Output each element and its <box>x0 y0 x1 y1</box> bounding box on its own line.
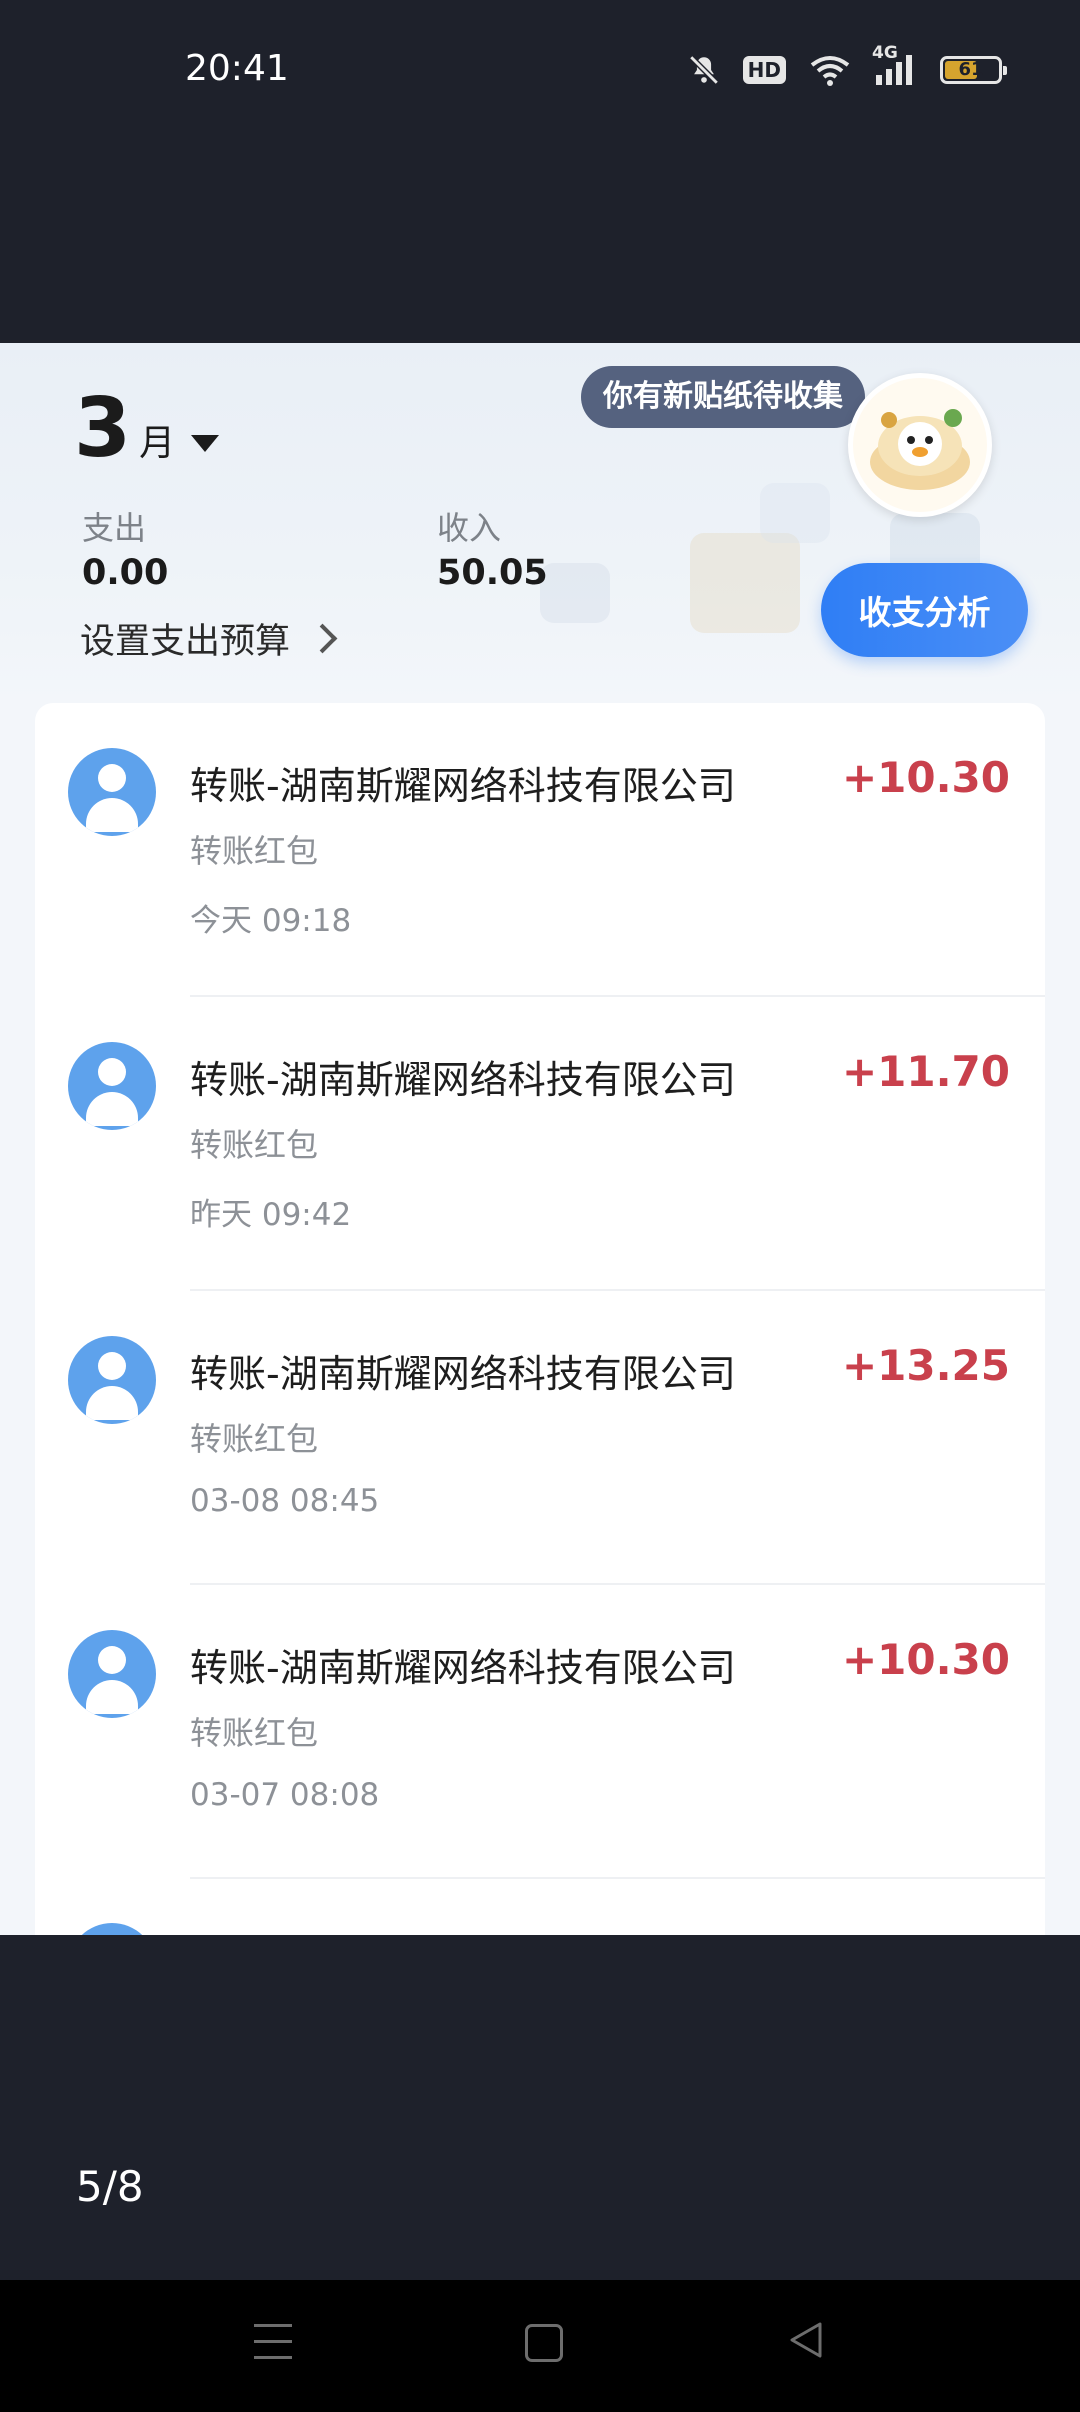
home-square-icon[interactable] <box>525 2324 563 2362</box>
battery-icon: 61 <box>940 56 1007 84</box>
income-value: 50.05 <box>437 553 548 593</box>
user-avatar-icon <box>68 1630 156 1718</box>
transaction-title: 转账-湖南斯耀网络科技有限公司 <box>190 764 736 808</box>
transaction-row[interactable]: 转账-湖南斯耀网络科技有限公司 转账红包 03-07 08:08 +10.30 <box>35 1585 1045 1879</box>
page-counter: 5/8 <box>76 2162 144 2211</box>
decor-tile <box>540 563 610 623</box>
transaction-row[interactable]: 转账-湖南斯耀网络科技有限公司 转账红包 今天 09:18 +10.30 <box>35 703 1045 997</box>
month-unit: 月 <box>139 423 176 464</box>
transaction-time: 03-08 08:45 <box>190 1483 380 1519</box>
caret-down-icon <box>191 435 220 452</box>
month-number: 3 <box>74 381 132 476</box>
row-divider <box>190 1877 1045 1879</box>
signal-bars-icon: 4G <box>872 43 918 87</box>
transaction-subtitle: 转账红包 <box>190 1714 319 1752</box>
menu-icon[interactable] <box>254 2324 292 2360</box>
user-avatar-icon <box>68 1336 156 1424</box>
transaction-amount: +10.30 <box>841 1635 1010 1684</box>
expense-value: 0.00 <box>82 553 169 593</box>
transaction-amount: +11.70 <box>841 1047 1010 1096</box>
battery-level: 61 <box>958 59 984 80</box>
income-label: 收入 <box>437 509 502 547</box>
wifi-icon <box>808 53 852 87</box>
transaction-amount: +13.25 <box>841 1341 1010 1390</box>
sticker-notice[interactable]: 你有新贴纸待收集 <box>581 366 865 428</box>
sticker-mascot-icon[interactable] <box>848 373 992 517</box>
app-screenshot: 3 月 你有新贴纸待收集 支出 0.00 收入 50.05 设置支出预算 收支分… <box>0 343 1080 1935</box>
transaction-title: 转账-湖南斯耀网络科技有限公司 <box>190 1646 736 1690</box>
transaction-subtitle: 转账红包 <box>190 1420 319 1458</box>
transaction-subtitle: 转账红包 <box>190 832 319 870</box>
transaction-time: 昨天 09:42 <box>190 1197 352 1233</box>
analysis-button[interactable]: 收支分析 <box>821 563 1028 657</box>
user-avatar-icon <box>68 1042 156 1130</box>
status-bar: 20:41 HD 4G 61 <box>0 0 1080 144</box>
transaction-row[interactable]: 转账-湖南斯耀网络科技有限公司 转账红包 昨天 09:42 +11.70 <box>35 997 1045 1291</box>
network-type-label: 4G <box>872 43 898 63</box>
chevron-right-icon <box>307 623 338 654</box>
transaction-row[interactable]: 转账-湖南斯耀网络科技有限公司 转账红包 03-08 08:45 +13.25 <box>35 1291 1045 1585</box>
transaction-title: 转账-湖南斯耀网络科技有限公司 <box>190 1352 736 1396</box>
hd-badge: HD <box>742 56 786 84</box>
set-budget-link[interactable]: 设置支出预算 <box>80 613 338 664</box>
user-avatar-icon <box>68 748 156 836</box>
status-icons: HD 4G 61 <box>687 43 1007 92</box>
transaction-amount: +10.30 <box>841 753 1010 802</box>
transaction-list: 转账-湖南斯耀网络科技有限公司 转账红包 今天 09:18 +10.30 转账-… <box>35 703 1045 1935</box>
transaction-subtitle: 转账红包 <box>190 1126 319 1164</box>
decor-tile <box>760 483 830 543</box>
status-time: 20:41 <box>185 48 289 89</box>
budget-label: 设置支出预算 <box>80 622 291 662</box>
expense-label: 支出 <box>82 509 147 547</box>
transaction-time: 今天 09:18 <box>190 903 352 939</box>
month-selector[interactable]: 3 月 <box>74 381 220 476</box>
bell-off-icon <box>687 53 721 87</box>
transaction-time: 03-07 08:08 <box>190 1777 380 1813</box>
back-triangle-icon[interactable] <box>786 2320 826 2360</box>
navigation-bar <box>0 2280 1080 2412</box>
transaction-title: 转账-湖南斯耀网络科技有限公司 <box>190 1058 736 1102</box>
decor-tile <box>690 533 800 633</box>
